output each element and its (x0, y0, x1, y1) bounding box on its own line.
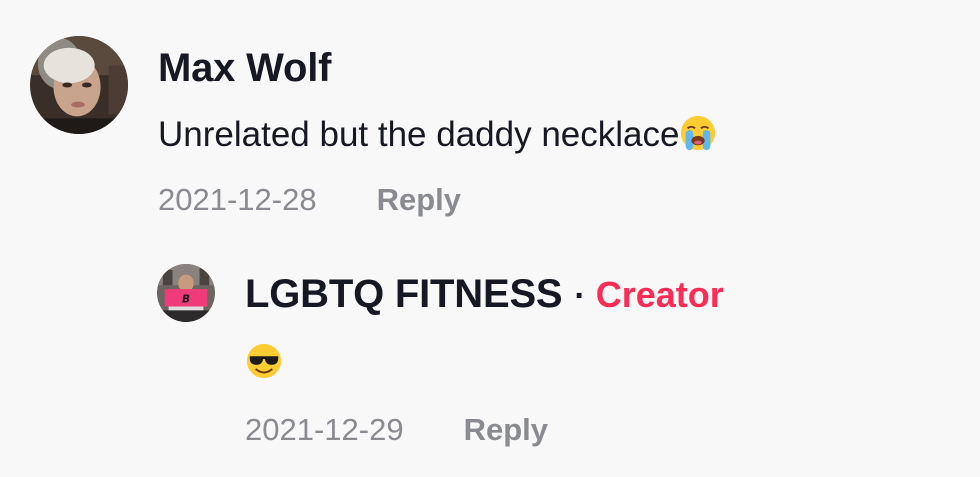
reply-date: 2021-12-29 (245, 412, 404, 447)
comment-author[interactable]: Max Wolf (158, 44, 331, 92)
reply-text (245, 341, 283, 385)
separator-dot: · (574, 277, 586, 315)
reply-author[interactable]: LGBTQ FITNESS (245, 270, 563, 318)
creator-badge: Creator (595, 274, 724, 315)
reply-header: LGBTQ FITNESS · Creator (245, 270, 724, 320)
reply-button[interactable]: Reply (377, 178, 461, 222)
reply-meta: 2021-12-29 Reply (245, 408, 548, 452)
comment-text: Unrelated but the daddy necklace (158, 112, 717, 158)
avatar-image (30, 36, 128, 134)
comment-text-body: Unrelated but the daddy necklace (158, 115, 680, 154)
reply-button[interactable]: Reply (464, 408, 548, 452)
smiling-face-with-sunglasses-icon (245, 342, 283, 380)
avatar[interactable]: B (157, 264, 215, 322)
avatar-image: B (157, 264, 215, 322)
loudly-crying-face-icon (679, 114, 717, 152)
comment-meta: 2021-12-28 Reply (158, 178, 461, 222)
avatar[interactable] (30, 36, 128, 134)
svg-text:B: B (182, 293, 190, 306)
comment-date: 2021-12-28 (158, 182, 317, 217)
comment-thread: Max Wolf Unrelated but the daddy necklac… (0, 0, 980, 477)
